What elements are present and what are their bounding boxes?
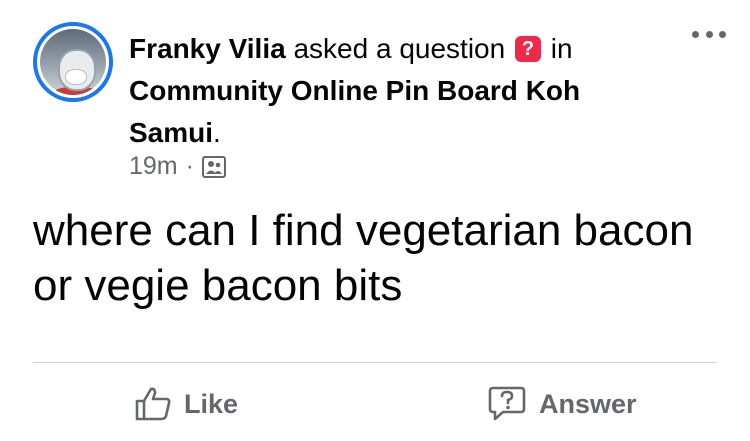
question-badge-icon: ? (514, 36, 541, 62)
post-meta: 19m · (129, 152, 226, 181)
group-name[interactable]: Community Online Pin Board Koh (129, 70, 649, 112)
post-body-line: or vegie bacon bits (33, 261, 403, 310)
thumbs-up-icon (135, 387, 171, 421)
action-text: asked a question (293, 33, 506, 64)
question-bubble-icon (488, 386, 526, 421)
answer-label: Answer (539, 388, 637, 419)
group-icon (201, 155, 226, 178)
author-name[interactable]: Franky Vilia (129, 33, 286, 64)
post-body-line: where can I find vegetarian bacon (33, 206, 694, 255)
avatar-photo (40, 29, 106, 95)
post-header: Franky Vilia asked a question ? in Commu… (129, 28, 649, 154)
post-body: where can I find vegetarian bacon or veg… (33, 203, 733, 313)
author-avatar[interactable] (33, 22, 113, 102)
like-button[interactable]: Like (134, 382, 238, 426)
group-name-cont[interactable]: Samui (129, 117, 213, 148)
answer-button[interactable]: Answer (487, 382, 637, 426)
like-label: Like (184, 388, 239, 419)
timestamp[interactable]: 19m (129, 152, 178, 181)
meta-separator: · (185, 152, 194, 180)
more-options-icon[interactable] (692, 28, 726, 40)
divider (33, 362, 717, 363)
group-name-period: . (213, 117, 221, 148)
in-text: in (550, 33, 573, 64)
